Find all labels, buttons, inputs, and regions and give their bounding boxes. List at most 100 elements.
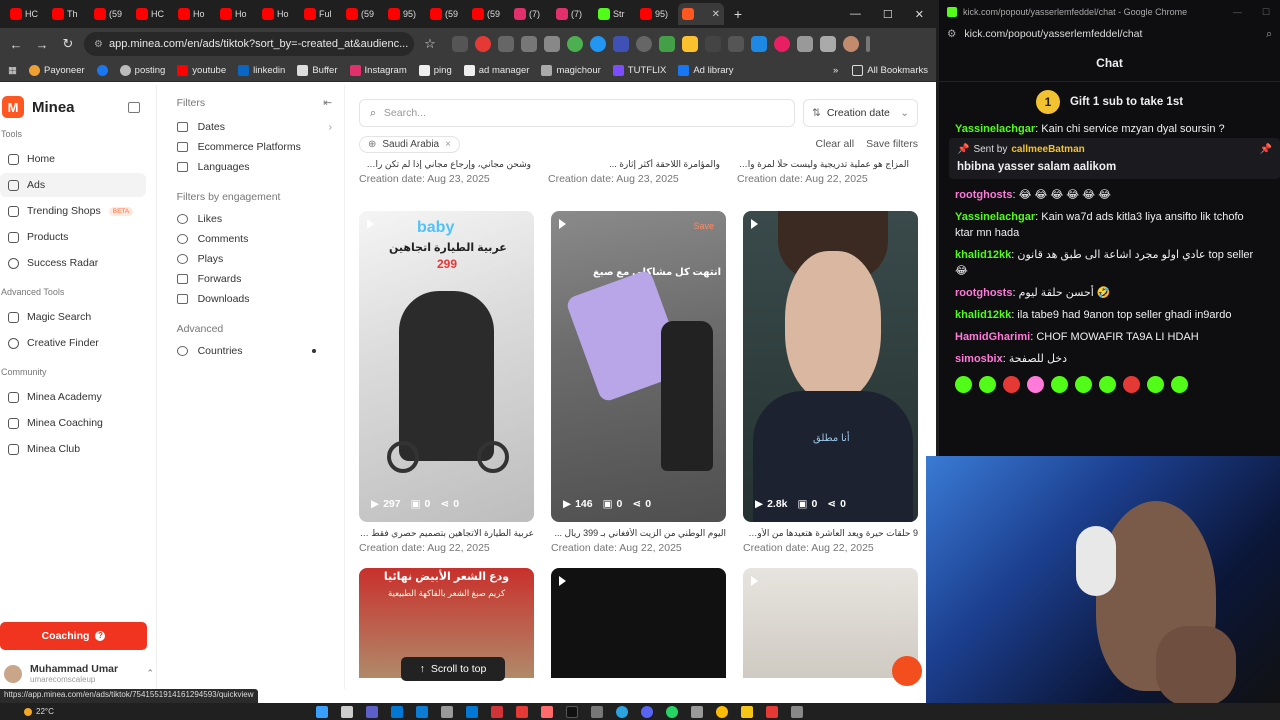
bookmark-facebook[interactable] bbox=[96, 65, 108, 76]
brand[interactable]: M Minea bbox=[0, 91, 156, 119]
extension-icon[interactable] bbox=[544, 36, 560, 52]
menu-dots-icon[interactable] bbox=[866, 36, 870, 52]
app-icon[interactable] bbox=[491, 705, 503, 718]
close-tab-icon[interactable]: ✕ bbox=[712, 9, 720, 20]
chat-username[interactable]: rootghosts bbox=[955, 287, 1012, 299]
file-explorer-icon[interactable] bbox=[741, 705, 753, 718]
extension-icon[interactable] bbox=[590, 36, 606, 52]
browser-tab-active[interactable]: ✕ bbox=[678, 3, 724, 25]
sidebar-item-home[interactable]: Home bbox=[0, 147, 146, 171]
sidebar-item-trending-shops[interactable]: Trending Shops BETA bbox=[0, 199, 146, 223]
app-icon[interactable] bbox=[416, 705, 428, 718]
search-input[interactable]: ⌕ Search... bbox=[359, 99, 795, 127]
ad-card-meta[interactable]: المزاج هو عملية تدريجية وليست حلًا لمرة … bbox=[737, 159, 909, 185]
maximize-icon[interactable]: ☐ bbox=[1262, 7, 1270, 18]
sidebar-item-success-radar[interactable]: Success Radar bbox=[0, 251, 146, 275]
chat-username[interactable]: simosbix bbox=[955, 353, 1003, 365]
emote-icon[interactable] bbox=[1075, 376, 1092, 394]
extension-icon[interactable] bbox=[521, 36, 537, 52]
app-icon[interactable] bbox=[391, 705, 403, 718]
app-icon[interactable] bbox=[766, 705, 778, 718]
sidebar-item-minea-club[interactable]: Minea Club bbox=[0, 437, 146, 461]
browser-tab[interactable]: Ful bbox=[300, 3, 340, 25]
telegram-icon[interactable] bbox=[616, 705, 628, 718]
pinned-username[interactable]: callmeeBatman bbox=[1011, 144, 1084, 155]
extension-icon[interactable] bbox=[751, 36, 767, 52]
bookmark-youtube[interactable]: youtube bbox=[177, 65, 226, 76]
ad-card[interactable]: أنا مطلق ▶ 2.8k ▣ 0 ⋖ 0 9 حلقات حيرة ويع… bbox=[743, 211, 918, 554]
ad-thumbnail[interactable] bbox=[551, 568, 726, 678]
browser-tab[interactable]: (59 bbox=[342, 3, 382, 25]
app-icon[interactable] bbox=[691, 705, 703, 718]
chat-username[interactable]: khalid12kk bbox=[955, 249, 1011, 261]
emote-icon[interactable] bbox=[1027, 376, 1044, 394]
bookmark-magichour[interactable]: magichour bbox=[541, 65, 601, 76]
browser-tab[interactable]: (59 bbox=[426, 3, 466, 25]
app-icon[interactable] bbox=[366, 705, 378, 718]
support-chat-icon[interactable] bbox=[892, 656, 922, 686]
bookmarks-overflow-icon[interactable]: » bbox=[833, 65, 838, 76]
browser-tab[interactable]: Th bbox=[48, 3, 88, 25]
browser-tab[interactable]: (59 bbox=[468, 3, 508, 25]
back-arrow-icon[interactable]: ← bbox=[6, 37, 26, 52]
save-badge[interactable]: Save bbox=[693, 221, 714, 231]
extension-icon[interactable] bbox=[567, 36, 583, 52]
ad-card[interactable]: Save انتهت كل مشاكلي مع صبغ ▶ 146 ▣ 0 ⋖ … bbox=[551, 211, 726, 554]
sidebar-collapse-icon[interactable] bbox=[127, 101, 140, 113]
app-icon[interactable] bbox=[791, 705, 803, 718]
close-window-icon[interactable]: ✕ bbox=[915, 8, 924, 21]
ad-thumbnail[interactable]: Save انتهت كل مشاكلي مع صبغ ▶ 146 ▣ 0 ⋖ … bbox=[551, 211, 726, 522]
emote-icon[interactable] bbox=[979, 376, 996, 394]
browser-tab[interactable]: Ho bbox=[216, 3, 256, 25]
bookmark-payoneer[interactable]: Payoneer bbox=[28, 65, 85, 76]
emote-icon[interactable] bbox=[1123, 376, 1140, 394]
maximize-icon[interactable]: ☐ bbox=[883, 8, 893, 21]
ad-card[interactable]: baby عربية الطيارة اتجاهين 299 ▶ 297 ▣ 0… bbox=[359, 211, 534, 554]
profile-avatar-icon[interactable] bbox=[843, 36, 859, 52]
weather-widget[interactable]: 22°C bbox=[0, 707, 54, 716]
sidebar-item-creative-finder[interactable]: Creative Finder bbox=[0, 331, 146, 355]
app-icon[interactable] bbox=[441, 705, 453, 718]
browser-tab[interactable]: HC bbox=[6, 3, 46, 25]
sort-dropdown[interactable]: ⇅ Creation date ⌄ bbox=[803, 99, 918, 127]
save-filters-button[interactable]: Save filters bbox=[866, 138, 918, 150]
puzzle-icon[interactable] bbox=[797, 36, 813, 52]
browser-tab[interactable]: (59 bbox=[90, 3, 130, 25]
zoom-icon[interactable]: ⌕ bbox=[1266, 28, 1272, 41]
pin-icon[interactable]: 📌 bbox=[1260, 144, 1272, 155]
apps-grid-icon[interactable]: ▦ bbox=[8, 65, 17, 76]
emote-icon[interactable] bbox=[1147, 376, 1164, 394]
scroll-to-top-button[interactable]: ↑ Scroll to top bbox=[401, 657, 505, 681]
bookmark-instagram[interactable]: Instagram bbox=[349, 65, 407, 76]
chrome-icon[interactable] bbox=[716, 705, 728, 718]
filter-comments[interactable]: Comments bbox=[176, 229, 344, 249]
filter-forwards[interactable]: Forwards bbox=[176, 269, 344, 289]
filter-likes[interactable]: Likes bbox=[176, 209, 344, 229]
extension-icon[interactable] bbox=[636, 36, 652, 52]
filter-languages[interactable]: Languages bbox=[176, 157, 344, 177]
browser-tab[interactable]: Str bbox=[594, 3, 634, 25]
chat-username[interactable]: rootghosts bbox=[955, 189, 1012, 201]
minimize-icon[interactable]: — bbox=[1233, 7, 1242, 18]
extension-icon[interactable] bbox=[705, 36, 721, 52]
bookmark-star-icon[interactable]: ☆ bbox=[420, 36, 440, 52]
forward-arrow-icon[interactable]: → bbox=[32, 37, 52, 52]
site-info-icon[interactable]: ⚙ bbox=[947, 28, 956, 40]
user-profile[interactable]: Muhammad Umar umarecomscaleup ⌃ bbox=[4, 663, 154, 684]
emote-icon[interactable] bbox=[1051, 376, 1068, 394]
bookmark-ping[interactable]: ping bbox=[418, 65, 452, 76]
chat-username[interactable]: Yassinelachgar bbox=[955, 123, 1035, 135]
emote-icon[interactable] bbox=[1099, 376, 1116, 394]
app-icon[interactable] bbox=[516, 705, 528, 718]
sidebar-item-ads[interactable]: Ads bbox=[0, 173, 146, 197]
remove-chip-icon[interactable]: × bbox=[445, 139, 451, 150]
extension-icon[interactable] bbox=[613, 36, 629, 52]
coaching-button[interactable]: Coaching ? bbox=[0, 622, 147, 650]
bookmark-posting[interactable]: posting bbox=[119, 65, 165, 76]
extension-icon[interactable] bbox=[475, 36, 491, 52]
extension-icon[interactable] bbox=[774, 36, 790, 52]
filter-downloads[interactable]: Downloads bbox=[176, 289, 344, 309]
bookmark-tutflix[interactable]: TUTFLIX bbox=[612, 65, 666, 76]
filter-countries[interactable]: Countries bbox=[176, 341, 344, 361]
windows-start-icon[interactable] bbox=[316, 705, 328, 718]
